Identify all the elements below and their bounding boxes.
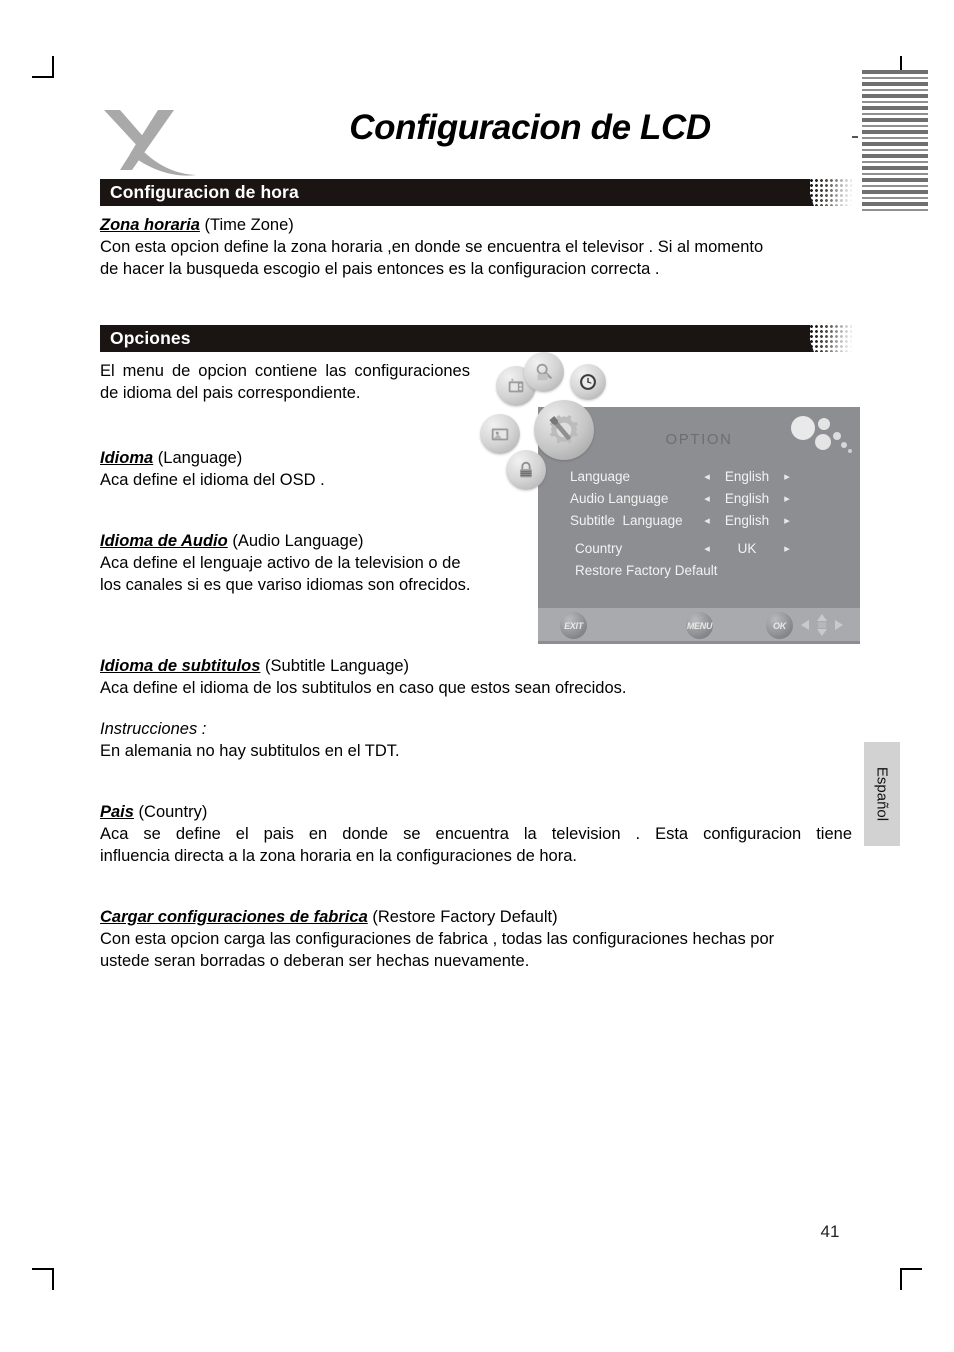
register-tick-mark: [852, 136, 858, 138]
block-idioma-de-subtitulos: Idioma de subtitulos (Subtitle Language)…: [100, 655, 852, 699]
section-bar-halftone: [800, 179, 852, 206]
osd-row-country[interactable]: Country ◂ UK ▸: [570, 537, 832, 559]
idioma-body: Aca define el idioma del OSD .: [100, 471, 325, 489]
channel-scan-icon: [524, 352, 564, 392]
fabrica-heading-term: Cargar configuraciones de fabrica: [100, 908, 368, 926]
fabrica-heading: Cargar configuraciones de fabrica (Resto…: [100, 906, 852, 928]
osd-dpad-icon[interactable]: [800, 613, 844, 637]
zona-horaria-body-line1: Con esta opcion define la zona horaria ,…: [100, 238, 764, 256]
idioma-audio-heading: Idioma de Audio (Audio Language): [100, 530, 480, 552]
left-arrow-icon[interactable]: ◂: [700, 542, 714, 555]
osd-row-label: Country: [575, 540, 623, 556]
section-bar-halftone: [800, 325, 852, 352]
zona-horaria-heading-term: Zona horaria: [100, 216, 200, 234]
osd-bubble-decoration: [790, 415, 854, 457]
block-pais: Pais (Country) Aca se define el pais en …: [100, 801, 852, 867]
pais-body-line2: influencia directa a la zona horaria en …: [100, 847, 577, 865]
idioma-audio-heading-translation: (Audio Language): [232, 532, 364, 550]
page-number: 41: [820, 1222, 840, 1241]
fabrica-body-line1: Con esta opcion carga las configuracione…: [100, 930, 775, 948]
fabrica-heading-translation: (Restore Factory Default): [372, 908, 558, 926]
register-stripes-pattern: [862, 70, 928, 212]
zona-horaria-body-line2: de hacer la busqueda escogio el pais ent…: [100, 260, 660, 278]
block-instrucciones-note: Instrucciones : En alemania no hay subti…: [100, 718, 852, 762]
idioma-subtitulos-heading-term: Idioma de subtitulos: [100, 657, 261, 675]
idioma-audio-heading-term: Idioma de Audio: [100, 532, 228, 550]
left-arrow-icon[interactable]: ◂: [700, 514, 714, 527]
zona-horaria-heading: Zona horaria (Time Zone): [100, 214, 852, 236]
osd-exit-button[interactable]: EXIT: [560, 612, 587, 639]
clock-icon: [570, 364, 606, 400]
language-side-tab-label: Español: [873, 766, 891, 822]
section-header-configuracion-de-hora: Configuracion de hora: [100, 179, 852, 206]
lock-icon: [506, 450, 546, 490]
osd-menu-button[interactable]: MENU: [686, 612, 713, 639]
picture-icon: [480, 414, 520, 454]
idioma-heading: Idioma (Language): [100, 447, 470, 469]
section-bar-label: Opciones: [110, 328, 191, 348]
block-zona-horaria: Zona horaria (Time Zone) Con esta opcion…: [100, 214, 852, 280]
osd-row-value: English: [724, 490, 770, 506]
osd-option-menu-figure: OPTION Language ◂ English ▸ Audio Langua…: [468, 352, 860, 644]
section-header-opciones: Opciones: [100, 325, 852, 352]
fabrica-body-line2: ustede seran borradas o deberan ser hech…: [100, 952, 530, 970]
osd-row-audio-language[interactable]: Audio Language ◂ English ▸: [570, 487, 832, 509]
osd-rows: Language ◂ English ▸ Audio Language ◂ En…: [570, 465, 832, 581]
page-title: Configuracion de LCD: [349, 108, 711, 147]
section-bar-label: Configuracion de hora: [110, 182, 299, 202]
osd-footer-bar: EXIT MENU OK: [538, 608, 860, 641]
osd-ok-button[interactable]: OK: [766, 612, 793, 639]
pais-body-line1: Aca se define el pais en donde se encuen…: [100, 825, 852, 843]
zona-horaria-heading-translation: (Time Zone): [204, 216, 294, 234]
right-arrow-icon[interactable]: ▸: [780, 542, 794, 555]
block-opciones-intro: El menu de opcion contiene las configura…: [100, 362, 470, 402]
crop-mark-bottom-left: [32, 1268, 54, 1290]
right-arrow-icon[interactable]: ▸: [780, 492, 794, 505]
osd-row-label: Language: [570, 468, 631, 484]
right-arrow-icon[interactable]: ▸: [780, 514, 794, 527]
settings-wrench-gear-icon: [534, 400, 594, 460]
osd-row-label: Audio Language: [570, 490, 669, 506]
x-logo: [96, 104, 200, 180]
osd-row-label: Restore Factory Default: [575, 562, 718, 578]
block-idioma: Idioma (Language) Aca define el idioma d…: [100, 447, 470, 491]
pais-heading: Pais (Country): [100, 801, 852, 823]
idioma-audio-body: Aca define el lenguaje activo de la tele…: [100, 554, 471, 594]
crop-mark-bottom-right: [900, 1268, 922, 1290]
idioma-subtitulos-body: Aca define el idioma de los subtitulos e…: [100, 679, 627, 697]
idioma-heading-term: Idioma: [100, 449, 154, 467]
osd-row-subtitle-language[interactable]: Subtitle Language ◂ English ▸: [570, 509, 832, 531]
left-arrow-icon[interactable]: ◂: [700, 492, 714, 505]
osd-row-value: English: [724, 468, 770, 484]
block-idioma-de-audio: Idioma de Audio (Audio Language) Aca def…: [100, 530, 480, 596]
instrucciones-label: Instrucciones :: [100, 720, 207, 738]
pais-heading-translation: (Country): [138, 803, 208, 821]
left-arrow-icon[interactable]: ◂: [700, 470, 714, 483]
right-arrow-icon[interactable]: ▸: [780, 470, 794, 483]
osd-row-value: English: [724, 512, 770, 528]
crop-mark-top-left: [32, 56, 54, 78]
section-bar-fill: [100, 325, 810, 352]
osd-row-label: Subtitle Language: [570, 512, 683, 528]
instrucciones-text: En alemania no hay subtitulos en el TDT.: [100, 742, 400, 760]
osd-row-value: UK: [737, 540, 757, 556]
block-cargar-configuraciones-de-fabrica: Cargar configuraciones de fabrica (Resto…: [100, 906, 852, 972]
osd-row-language[interactable]: Language ◂ English ▸: [570, 465, 832, 487]
osd-row-restore-factory-default[interactable]: Restore Factory Default: [570, 559, 832, 581]
idioma-subtitulos-heading-translation: (Subtitle Language): [265, 657, 410, 675]
language-side-tab: Español: [864, 742, 900, 846]
idioma-heading-translation: (Language): [157, 449, 243, 467]
pais-heading-term: Pais: [100, 803, 134, 821]
idioma-subtitulos-heading: Idioma de subtitulos (Subtitle Language): [100, 655, 852, 677]
